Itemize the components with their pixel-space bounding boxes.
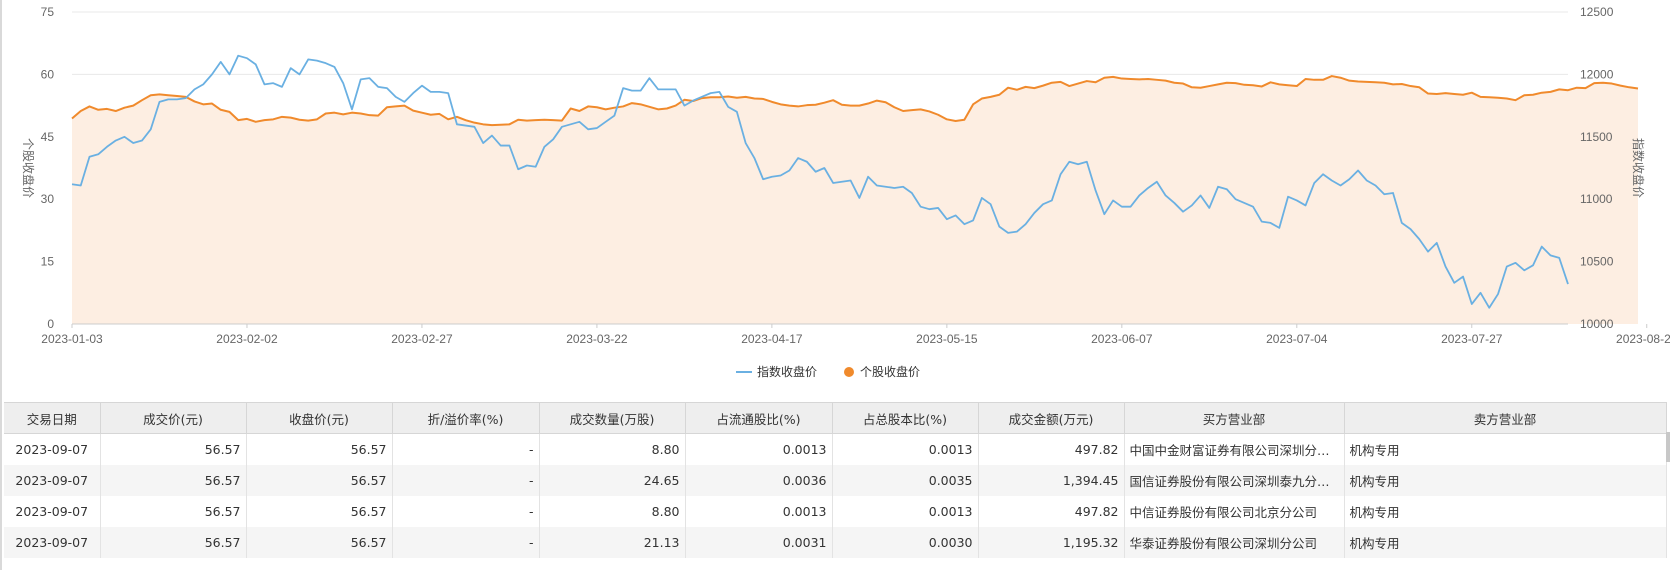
legend-label: 指数收盘价 bbox=[757, 364, 817, 379]
cell-trade-date: 2023-09-07 bbox=[4, 465, 101, 496]
cell-float-share-ratio: 0.0031 bbox=[685, 527, 833, 558]
x-tick-label: 2023-07-27 bbox=[1441, 332, 1503, 346]
cell-seller: 机构专用 bbox=[1344, 433, 1667, 465]
col-float-share-ratio[interactable]: 占流通股比(%) bbox=[685, 402, 833, 434]
cell-amount: 1,394.45 bbox=[978, 465, 1125, 496]
table-header-row: 交易日期 成交价(元) 收盘价(元) 折/溢价率(%) 成交数量(万股) 占流通… bbox=[4, 402, 1667, 434]
col-close-price[interactable]: 收盘价(元) bbox=[246, 402, 393, 434]
legend-item-stock: 个股收盘价 bbox=[844, 364, 920, 379]
col-seller[interactable]: 卖方营业部 bbox=[1344, 402, 1667, 434]
cell-total-share-ratio: 0.0013 bbox=[832, 433, 979, 465]
col-trade-date[interactable]: 交易日期 bbox=[4, 402, 101, 434]
cell-premium-rate: - bbox=[392, 465, 540, 496]
cell-volume: 24.65 bbox=[539, 465, 686, 496]
table-scrollbar[interactable] bbox=[1666, 432, 1670, 462]
cell-float-share-ratio: 0.0013 bbox=[685, 433, 833, 465]
cell-trade-price: 56.57 bbox=[100, 496, 247, 527]
col-total-share-ratio[interactable]: 占总股本比(%) bbox=[832, 402, 979, 434]
x-tick-label: 2023-05-15 bbox=[916, 332, 978, 346]
legend-dot-icon bbox=[844, 367, 854, 377]
legend-label: 个股收盘价 bbox=[860, 364, 920, 379]
y-left-tick-label: 15 bbox=[41, 255, 55, 269]
y-right-axis-label: 指数收盘价 bbox=[1631, 138, 1646, 198]
cell-volume: 8.80 bbox=[539, 433, 686, 465]
table-row[interactable]: 2023-09-07 56.57 56.57 - 21.13 0.0031 0.… bbox=[4, 527, 1667, 558]
cell-volume: 21.13 bbox=[539, 527, 686, 558]
cell-seller: 机构专用 bbox=[1344, 496, 1667, 527]
cell-buyer: 华泰证券股份有限公司深圳分公司 bbox=[1124, 527, 1345, 558]
table-row[interactable]: 2023-09-07 56.57 56.57 - 8.80 0.0013 0.0… bbox=[4, 496, 1667, 527]
table-row[interactable]: 2023-09-07 56.57 56.57 - 8.80 0.0013 0.0… bbox=[4, 433, 1667, 465]
x-tick-label: 2023-02-02 bbox=[216, 332, 278, 346]
y-left-tick-label: 30 bbox=[41, 192, 55, 206]
y-left-axis-label: 个股收盘价 bbox=[21, 138, 36, 198]
x-tick-label: 2023-07-04 bbox=[1266, 332, 1328, 346]
y-left-tick-label: 45 bbox=[41, 130, 55, 144]
x-tick-label: 2023-04-17 bbox=[741, 332, 803, 346]
cell-close-price: 56.57 bbox=[246, 433, 393, 465]
table-row[interactable]: 2023-09-07 56.57 56.57 - 24.65 0.0036 0.… bbox=[4, 465, 1667, 496]
legend-item-index: 指数收盘价 bbox=[736, 364, 817, 379]
x-tick-label: 2023-08-21 bbox=[1616, 332, 1670, 346]
cell-trade-date: 2023-09-07 bbox=[4, 527, 101, 558]
cell-buyer: 国信证券股份有限公司深圳泰九分公司 bbox=[1124, 465, 1345, 496]
price-chart: 0 15 30 45 60 75 10000 10500 11000 11500 12000 1250… bbox=[0, 0, 1670, 395]
legend[interactable]: 指数收盘价 个股收盘价 bbox=[736, 364, 920, 379]
area-layer bbox=[72, 76, 1638, 324]
cell-close-price: 56.57 bbox=[246, 527, 393, 558]
y-right-tick-label: 11000 bbox=[1580, 192, 1613, 206]
cell-total-share-ratio: 0.0030 bbox=[832, 527, 979, 558]
col-premium-rate[interactable]: 折/溢价率(%) bbox=[392, 402, 540, 434]
col-trade-price[interactable]: 成交价(元) bbox=[100, 402, 247, 434]
cell-amount: 497.82 bbox=[978, 433, 1125, 465]
y-right-tick-label: 10000 bbox=[1580, 317, 1614, 331]
y-right-tick-label: 12000 bbox=[1580, 67, 1614, 81]
cell-seller: 机构专用 bbox=[1344, 527, 1667, 558]
x-tick-label: 2023-01-03 bbox=[41, 332, 103, 346]
cell-total-share-ratio: 0.0013 bbox=[832, 496, 979, 527]
block-trades-table: 交易日期 成交价(元) 收盘价(元) 折/溢价率(%) 成交数量(万股) 占流通… bbox=[4, 402, 1667, 558]
cell-buyer: 中信证券股份有限公司北京分公司 bbox=[1124, 496, 1345, 527]
cell-premium-rate: - bbox=[392, 527, 540, 558]
cell-buyer: 中国中金财富证券有限公司深圳分公司 bbox=[1124, 433, 1345, 465]
y-left-tick-label: 0 bbox=[47, 317, 54, 331]
y-right-tick-label: 12500 bbox=[1580, 5, 1614, 19]
cell-trade-date: 2023-09-07 bbox=[4, 433, 101, 465]
col-amount[interactable]: 成交金额(万元) bbox=[978, 402, 1125, 434]
cell-close-price: 56.57 bbox=[246, 496, 393, 527]
cell-trade-price: 56.57 bbox=[100, 527, 247, 558]
cell-seller: 机构专用 bbox=[1344, 465, 1667, 496]
stock-close-area bbox=[72, 76, 1638, 324]
chart-svg: 0 15 30 45 60 75 10000 10500 11000 11500 12000 1250… bbox=[21, 5, 1670, 379]
cell-close-price: 56.57 bbox=[246, 465, 393, 496]
y-right-tick-label: 10500 bbox=[1580, 255, 1614, 269]
y-left-tick-label: 60 bbox=[41, 67, 55, 81]
x-tick-label: 2023-06-07 bbox=[1091, 332, 1153, 346]
cell-float-share-ratio: 0.0013 bbox=[685, 496, 833, 527]
cell-premium-rate: - bbox=[392, 433, 540, 465]
y-right-tick-label: 11500 bbox=[1580, 130, 1613, 144]
cell-premium-rate: - bbox=[392, 496, 540, 527]
cell-total-share-ratio: 0.0035 bbox=[832, 465, 979, 496]
cell-amount: 497.82 bbox=[978, 496, 1125, 527]
cell-trade-date: 2023-09-07 bbox=[4, 496, 101, 527]
cell-float-share-ratio: 0.0036 bbox=[685, 465, 833, 496]
col-volume[interactable]: 成交数量(万股) bbox=[539, 402, 686, 434]
cell-trade-price: 56.57 bbox=[100, 465, 247, 496]
x-tick-label: 2023-02-27 bbox=[391, 332, 453, 346]
col-buyer[interactable]: 买方营业部 bbox=[1124, 402, 1345, 434]
cell-amount: 1,195.32 bbox=[978, 527, 1125, 558]
cell-volume: 8.80 bbox=[539, 496, 686, 527]
y-left-tick-label: 75 bbox=[41, 5, 55, 19]
cell-trade-price: 56.57 bbox=[100, 433, 247, 465]
x-tick-label: 2023-03-22 bbox=[566, 332, 628, 346]
